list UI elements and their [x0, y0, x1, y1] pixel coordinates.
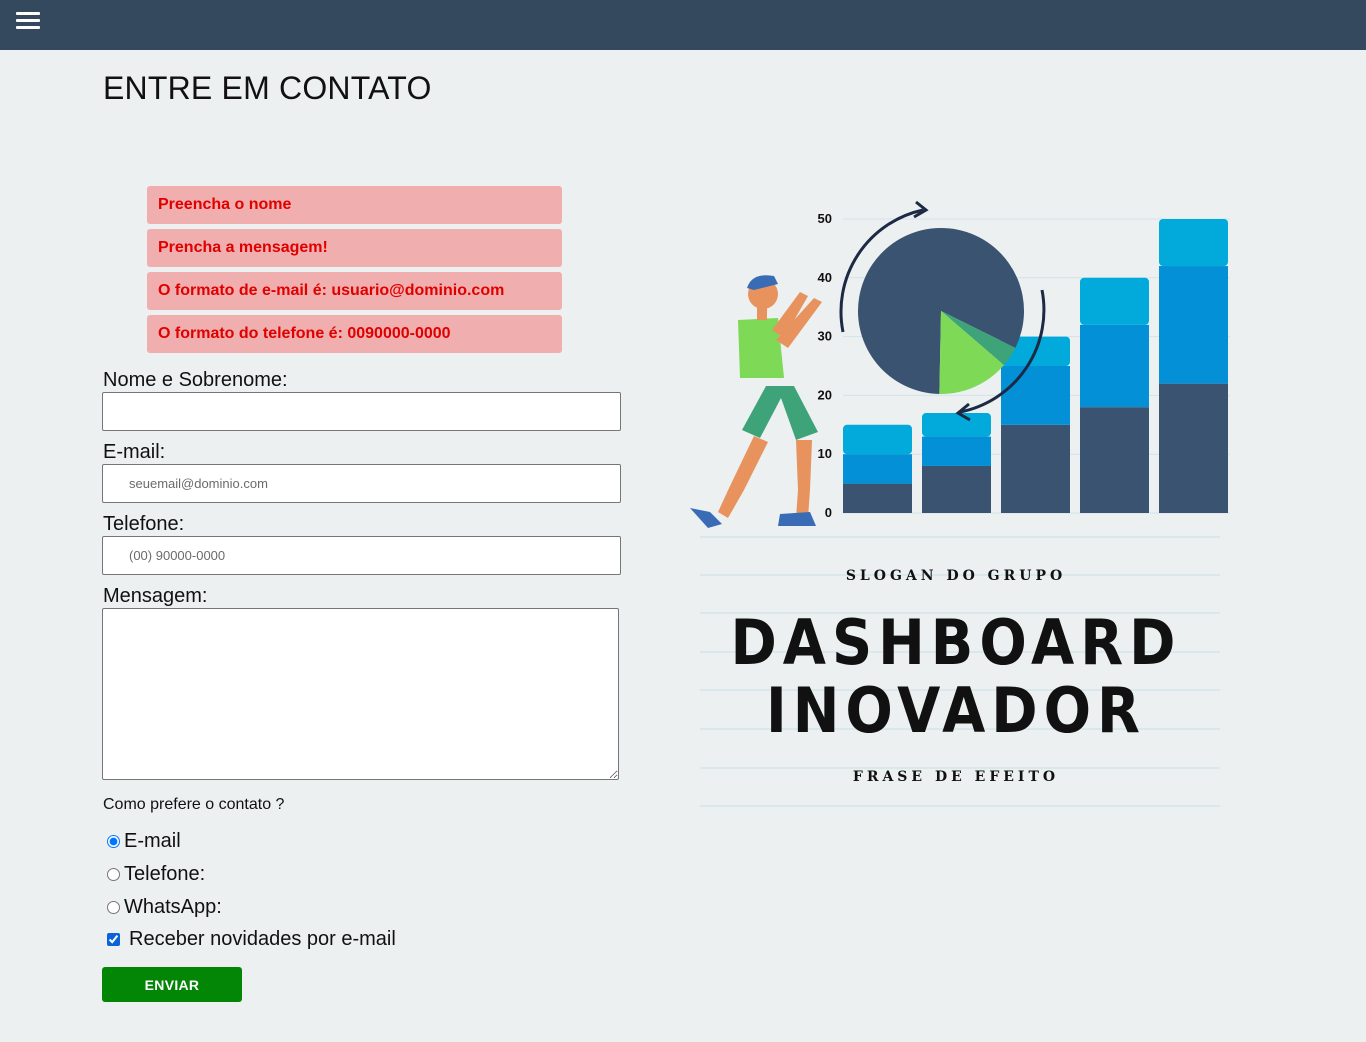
y-tick-label: 40	[818, 270, 832, 285]
contact-option-label: WhatsApp:	[124, 896, 222, 918]
page-title: ENTRE EM CONTATO	[103, 70, 432, 106]
chart-bar-segment	[1001, 424, 1070, 513]
chart-bar-segment	[843, 454, 912, 484]
email-label: E-mail:	[103, 441, 166, 463]
chart-bar-segment	[1080, 407, 1149, 513]
promo-graphic: 0 10 20 30 40 50 SLOGAN DO GRUPO DASHBOARD IN…	[690, 200, 1230, 807]
message-textarea[interactable]	[102, 608, 619, 780]
top-navbar	[0, 0, 1366, 50]
name-input[interactable]	[102, 392, 621, 431]
alert-email-format: O formato de e-mail é: usuario@dominio.c…	[147, 272, 562, 310]
alert-message-required: Prencha a mensagem!	[147, 229, 562, 267]
chart-bar-segment	[1080, 324, 1149, 408]
person-illustration	[690, 275, 822, 528]
promo-title-line1: DASHBOARD	[730, 606, 1181, 679]
submit-button[interactable]: ENVIAR	[102, 967, 242, 1002]
promo-banner: 0 10 20 30 40 50 SLOGAN DO GRUPO DASHBOARD IN…	[680, 190, 1240, 830]
message-label: Mensagem:	[103, 585, 208, 607]
promo-title-line2: INOVADOR	[766, 674, 1146, 747]
promo-slogan: SLOGAN DO GRUPO	[846, 568, 1066, 584]
chart-bar-segment	[843, 424, 912, 455]
chart-bar-segment	[1159, 219, 1228, 267]
chart-bar-segment	[1159, 383, 1228, 513]
contact-option-email[interactable]: E-mail	[106, 830, 181, 853]
hamburger-menu-icon[interactable]	[16, 8, 42, 36]
y-tick-label: 30	[818, 329, 832, 344]
chart-bar-segment	[922, 436, 991, 466]
phone-label: Telefone:	[103, 513, 185, 535]
chart-bar-segment	[1001, 366, 1070, 425]
chart-bar-segment	[922, 465, 991, 513]
chart-bar-segment	[922, 413, 991, 437]
radio-whatsapp[interactable]	[107, 901, 120, 914]
newsletter-checkbox[interactable]	[107, 933, 120, 946]
name-label: Nome e Sobrenome:	[103, 369, 288, 391]
chart-bar-segment	[1159, 266, 1228, 384]
y-tick-label: 10	[818, 446, 832, 461]
radio-phone[interactable]	[107, 868, 120, 881]
contact-option-label: Telefone:	[124, 863, 206, 885]
y-tick-label: 50	[818, 211, 832, 226]
chart-bar-segment	[1080, 277, 1149, 325]
newsletter-label: Receber novidades por e-mail	[129, 928, 396, 950]
y-tick-label: 0	[825, 505, 832, 520]
chart-y-axis: 0 10 20 30 40 50	[818, 211, 832, 520]
promo-tagline: FRASE DE EFEITO	[853, 769, 1059, 785]
phone-input[interactable]	[102, 536, 621, 575]
email-input[interactable]	[102, 464, 621, 503]
newsletter-option[interactable]: Receber novidades por e-mail	[106, 928, 396, 951]
chart-bar-segment	[843, 483, 912, 513]
contact-option-label: E-mail	[124, 830, 181, 852]
alert-phone-format: O formato do telefone é: 0090000-0000	[147, 315, 562, 353]
alert-name-required: Preencha o nome	[147, 186, 562, 224]
contact-option-phone[interactable]: Telefone:	[106, 863, 205, 886]
y-tick-label: 20	[818, 387, 832, 402]
radio-email[interactable]	[107, 835, 120, 848]
contact-preference-label: Como prefere o contato ?	[103, 796, 285, 813]
contact-option-whatsapp[interactable]: WhatsApp:	[106, 896, 222, 919]
